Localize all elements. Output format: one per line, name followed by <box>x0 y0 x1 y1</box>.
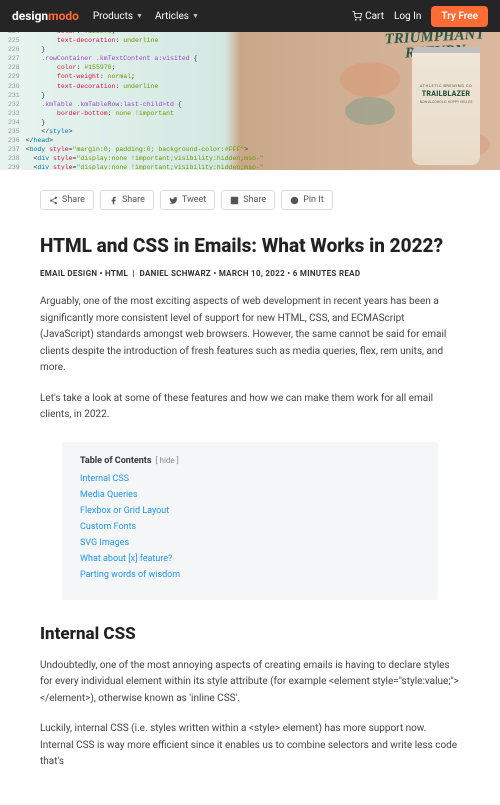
share-icon <box>49 196 58 205</box>
main-nav: Products▼ Articles▼ <box>93 11 352 22</box>
cart-label: Cart <box>365 11 384 22</box>
section-heading: Internal CSS <box>40 624 460 644</box>
hero-image: 224 color: #155976; 225 text-decoration:… <box>0 32 500 170</box>
table-of-contents: Table of Contents [ hide ] Internal CSS M… <box>62 442 438 600</box>
product-can: ATHLETIC BREWING CO TRAILBLAZER NON-ALCO… <box>412 47 480 165</box>
publish-date: MARCH 10, 2022 <box>219 269 285 278</box>
author-link[interactable]: DANIEL SCHWARZ <box>140 269 212 278</box>
paragraph: Luckily, internal CSS (i.e. styles writt… <box>40 721 460 771</box>
toc-header: Table of Contents [ hide ] <box>80 456 420 466</box>
nav-products[interactable]: Products▼ <box>93 11 143 22</box>
logo[interactable]: designmodo <box>12 9 79 23</box>
chevron-down-icon: ▼ <box>192 12 199 20</box>
toc-title: Table of Contents <box>80 456 151 466</box>
article-meta: EMAIL DESIGN • HTML | DANIEL SCHWARZ • M… <box>40 269 460 278</box>
share-label: Share <box>243 195 266 205</box>
can-sub: NON-ALCOHOLIC HOPPY HELLES <box>416 100 476 104</box>
try-free-button[interactable]: Try Free <box>431 6 488 27</box>
toc-link[interactable]: SVG Images <box>80 538 420 548</box>
decorative-blob <box>345 97 395 125</box>
toc-link[interactable]: What about [x] feature? <box>80 554 420 564</box>
twitter-icon <box>169 196 178 205</box>
cart-icon <box>352 11 362 21</box>
site-header: designmodo Products▼ Articles▼ Cart Log … <box>0 0 500 32</box>
twitter-share-button[interactable]: Tweet <box>160 190 215 210</box>
share-label: Pin It <box>303 195 323 205</box>
cart-link[interactable]: Cart <box>352 11 384 22</box>
toc-hide-toggle[interactable]: [ hide ] <box>155 456 178 465</box>
chevron-down-icon: ▼ <box>136 12 143 20</box>
share-label: Share <box>62 195 85 205</box>
header-right: Cart Log In Try Free <box>352 6 488 27</box>
share-row: Share Share Tweet Share Pin It <box>40 190 460 210</box>
facebook-share-button[interactable]: Share <box>100 190 154 210</box>
read-time: 6 MINUTES READ <box>293 269 361 278</box>
share-label: Tweet <box>182 195 206 205</box>
logo-text-b: modo <box>48 9 79 23</box>
linkedin-share-button[interactable]: Share <box>221 190 275 210</box>
toc-link[interactable]: Internal CSS <box>80 474 420 484</box>
code-snippet: 224 color: #155976; 225 text-decoration:… <box>8 32 264 170</box>
toc-link[interactable]: Custom Fonts <box>80 522 420 532</box>
can-brand: ATHLETIC BREWING CO <box>416 83 476 88</box>
can-name: TRAILBLAZER <box>416 90 476 98</box>
login-link[interactable]: Log In <box>394 11 421 22</box>
linkedin-icon <box>230 196 239 205</box>
pinterest-icon <box>290 196 299 205</box>
share-label: Share <box>122 195 145 205</box>
article-title: HTML and CSS in Emails: What Works in 20… <box>40 234 460 257</box>
paragraph: Let's take a look at some of these featu… <box>40 391 460 424</box>
toc-link[interactable]: Flexbox or Grid Layout <box>80 506 420 516</box>
article-content: Share Share Tweet Share Pin It HTML and … <box>0 170 500 805</box>
toc-link[interactable]: Parting words of wisdom <box>80 570 420 580</box>
paragraph: Undoubtedly, one of the most annoying as… <box>40 658 460 708</box>
pinterest-share-button[interactable]: Pin It <box>281 190 332 210</box>
toc-link[interactable]: Media Queries <box>80 490 420 500</box>
facebook-icon <box>109 196 118 205</box>
nav-label: Articles <box>155 11 189 22</box>
decorative-blob <box>340 62 400 97</box>
nav-articles[interactable]: Articles▼ <box>155 11 199 22</box>
share-button[interactable]: Share <box>40 190 94 210</box>
category-link[interactable]: EMAIL DESIGN <box>40 269 97 278</box>
can-label: ATHLETIC BREWING CO TRAILBLAZER NON-ALCO… <box>412 53 480 108</box>
logo-text-a: design <box>12 9 48 23</box>
nav-label: Products <box>93 11 133 22</box>
paragraph: Arguably, one of the most exciting aspec… <box>40 294 460 377</box>
category-link[interactable]: HTML <box>105 269 128 278</box>
